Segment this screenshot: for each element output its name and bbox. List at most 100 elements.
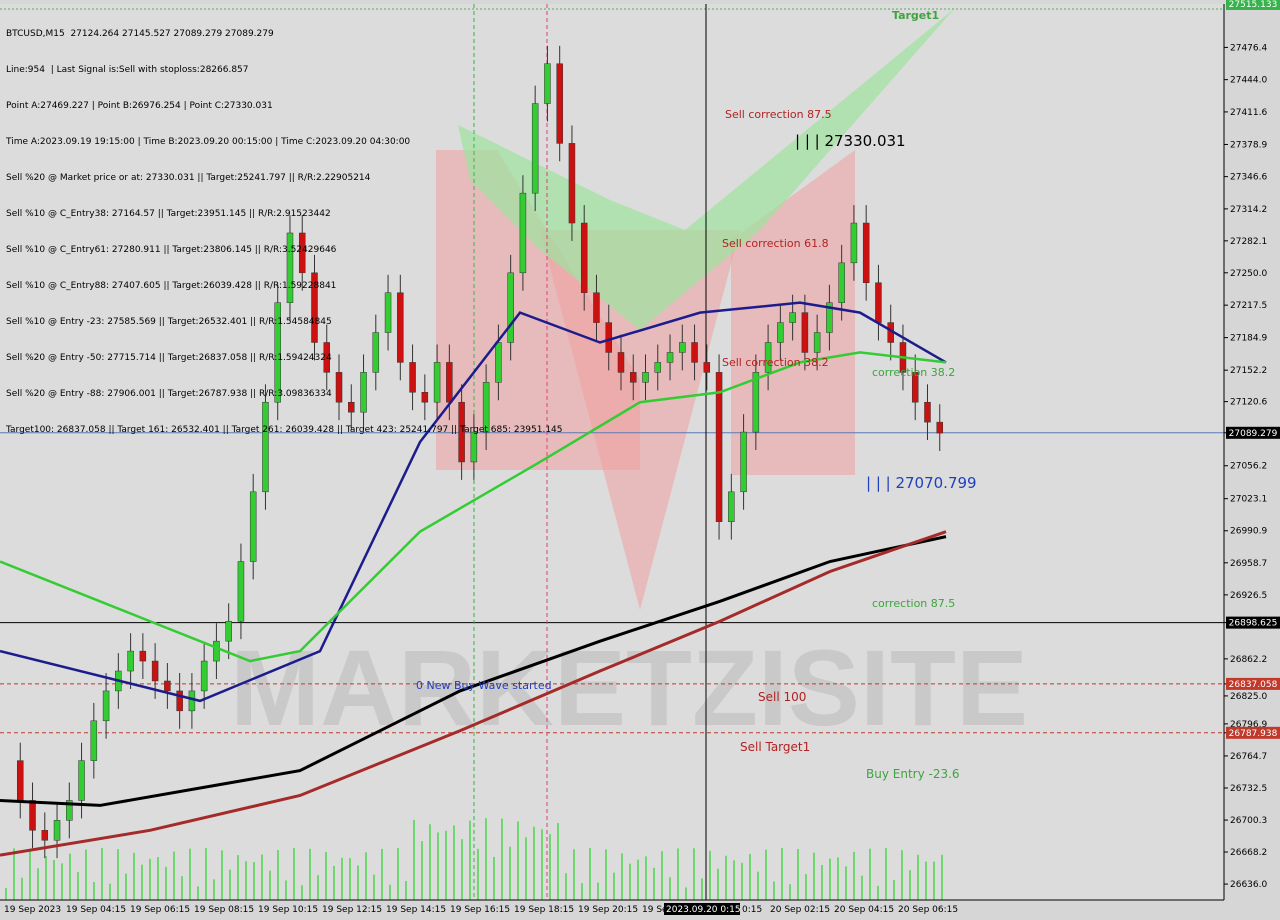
y-tick-label: 27217.5 [1230, 301, 1267, 311]
candle-body [188, 690, 196, 712]
candle-body [213, 640, 220, 662]
y-tick-label: 27250.0 [1230, 269, 1267, 279]
candle-body [801, 312, 809, 353]
candle-body [813, 332, 821, 353]
correction-382-label: correction 38.2 [872, 366, 956, 379]
y-tick-label: 27023.1 [1230, 495, 1267, 505]
info-line: Line:954 | Last Signal is:Sell with stop… [6, 65, 249, 75]
price-tag-label: 26787.938 [1229, 729, 1278, 739]
price-tag-label: 26898.625 [1229, 619, 1278, 629]
x-tick-label: 2023.09.20 0:15 [666, 905, 741, 915]
x-tick-label: 19 Sep 10:15 [258, 905, 318, 915]
y-tick-label: 27444.0 [1230, 76, 1267, 86]
candle-body [78, 760, 85, 801]
x-tick-label: 0:15 [742, 905, 762, 915]
x-tick-label: 20 Sep 06:15 [898, 905, 958, 915]
x-tick-label: 20 Sep 04:15 [834, 905, 894, 915]
info-line: Target100: 26837.058 || Target 161: 2653… [6, 425, 563, 435]
info-line: Sell %10 @ C_Entry38: 27164.57 || Target… [6, 209, 331, 219]
candle-body [728, 491, 735, 522]
candle-body [838, 262, 845, 303]
y-tick-label: 26732.5 [1230, 784, 1267, 794]
price-tag-label: 27089.279 [1229, 429, 1278, 439]
new-buy-wave-label: 0 New Buy Wave started [416, 679, 552, 692]
x-tick-label: 19 Sep 04:15 [66, 905, 126, 915]
candle-body [691, 342, 698, 363]
y-tick-label: 27378.9 [1230, 140, 1267, 150]
candle-body [17, 760, 24, 801]
chart: MARKETZISITE 27476.4 27444.0 27411.6 27378.9… [0, 0, 1280, 920]
candle-body [679, 342, 686, 353]
info-line: Sell %20 @ Entry -88: 27906.001 || Targe… [6, 389, 332, 399]
x-tick-label: 19 Sep 12:15 [322, 905, 382, 915]
target1-label: Target1 [892, 9, 940, 22]
x-tick-label: 19 Sep 20:15 [578, 905, 638, 915]
candle-body [752, 372, 760, 433]
y-tick-label: 27184.9 [1230, 334, 1267, 344]
candle-body [568, 143, 576, 224]
watermark: MARKETZISITE [230, 627, 1028, 748]
candle-body [29, 800, 36, 831]
correction-875-label: correction 87.5 [872, 597, 956, 610]
y-tick-label: 26668.2 [1230, 848, 1267, 858]
info-line: Sell %10 @ C_Entry61: 27280.911 || Targe… [6, 245, 337, 255]
candle-body [703, 362, 711, 373]
x-tick-label: 19 Sep 16:15 [450, 905, 510, 915]
candle-body [176, 690, 183, 712]
sell-target1-label: Sell Target1 [740, 740, 811, 754]
y-tick-label: 26958.7 [1230, 559, 1267, 569]
info-line: Sell %10 @ Entry -23: 27585.569 || Targe… [6, 317, 332, 327]
candle-body [237, 561, 245, 622]
candle-body [127, 650, 134, 672]
candle-body [151, 660, 159, 682]
candle-body [580, 222, 588, 293]
x-tick-label: 19 Sep 18:15 [514, 905, 574, 915]
symbol-line: BTCUSD,M15 27124.264 27145.527 27089.279… [6, 29, 274, 39]
x-tick-label: 19 Sep 06:15 [130, 905, 190, 915]
info-line: Time A:2023.09.19 19:15:00 | Time B:2023… [6, 137, 411, 147]
point-c-label: | | | 27330.031 [795, 132, 906, 150]
y-tick-label: 26764.7 [1230, 752, 1267, 762]
candle-body [629, 372, 637, 383]
y-tick-label: 27282.1 [1230, 237, 1267, 247]
info-line: Sell %20 @ Market price or at: 27330.031… [6, 173, 371, 183]
candle-body [862, 222, 870, 284]
candle-body [102, 690, 110, 722]
info-line: Point A:27469.227 | Point B:26976.254 | … [6, 101, 273, 111]
price-tag-label: 26837.058 [1229, 680, 1278, 690]
buy-entry-label: Buy Entry -23.6 [866, 767, 960, 781]
candle-body [41, 830, 49, 841]
info-line: Sell %10 @ C_Entry88: 27407.605 || Targe… [6, 281, 337, 291]
candle-body [605, 322, 612, 353]
sell-100-label: Sell 100 [758, 690, 807, 704]
candle-body [777, 322, 784, 343]
x-tick-label: 19 Sep 08:15 [194, 905, 254, 915]
candle-body [225, 620, 232, 642]
y-tick-label: 27411.6 [1230, 108, 1267, 118]
x-tick-label: 19 Sep 14:15 [386, 905, 446, 915]
candle-body [642, 372, 649, 383]
candle-body [249, 491, 257, 562]
y-tick-label: 26990.9 [1230, 527, 1267, 537]
candle-body [740, 431, 747, 493]
y-tick-label: 27476.4 [1230, 43, 1267, 53]
candle-body [164, 680, 171, 692]
candle-body [666, 352, 674, 363]
y-tick-label: 26926.5 [1230, 591, 1267, 601]
candle-body [90, 720, 98, 761]
y-tick-label: 27314.2 [1230, 205, 1267, 215]
sell-correction-618-label: Sell correction 61.8 [722, 237, 829, 250]
info-panel: BTCUSD,M15 27124.264 27145.527 27089.279… [6, 4, 563, 460]
y-tick-label: 26825.0 [1230, 692, 1267, 702]
candle-body [53, 820, 61, 841]
y-tick-label: 27120.6 [1230, 398, 1267, 408]
candle-body [654, 362, 662, 373]
candle-body [593, 292, 600, 323]
candle-body [617, 352, 625, 373]
x-tick-label: 20 Sep 02:15 [770, 905, 830, 915]
candle-body [875, 282, 882, 323]
candle-body [715, 372, 723, 522]
sell-correction-875-label: Sell correction 87.5 [725, 108, 832, 121]
candle-body [139, 650, 147, 662]
price-tag-label: 27515.133 [1229, 0, 1278, 10]
